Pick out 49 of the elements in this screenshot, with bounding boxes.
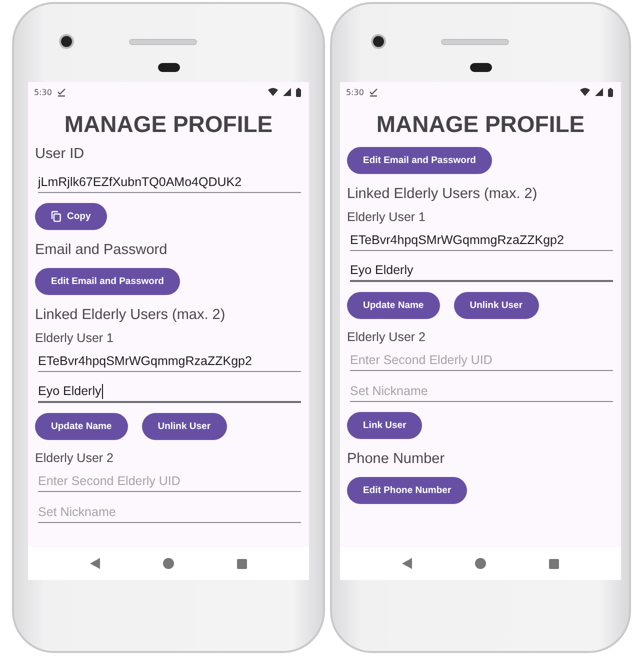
text-field[interactable]: ETeBvr4hpqSMrWGqmmgRzaZZKgp2 (38, 350, 301, 372)
battery-icon (608, 88, 613, 96)
battery-icon (296, 88, 301, 96)
home-icon[interactable] (474, 558, 486, 569)
action-button[interactable]: Edit Email and Password (35, 268, 180, 295)
action-button[interactable]: Edit Phone Number (347, 477, 468, 504)
text-cursor (102, 384, 104, 398)
wifi-icon (268, 88, 278, 96)
copy-icon (51, 211, 61, 222)
action-button[interactable]: Edit Email and Password (347, 147, 492, 174)
back-icon[interactable] (90, 558, 100, 569)
action-button[interactable]: Unlink User (142, 413, 227, 440)
text-field[interactable]: Eyo Elderly (350, 260, 613, 282)
download-done-icon (368, 88, 378, 96)
speaker-grille (440, 38, 508, 44)
section-heading: Phone Number (347, 450, 445, 468)
action-button[interactable]: Unlink User (454, 292, 539, 319)
action-button[interactable]: Link User (347, 412, 422, 439)
signal-icon (595, 88, 603, 96)
field-label: Elderly User 2 (347, 329, 426, 345)
sensor-notch (158, 63, 180, 72)
text-field[interactable]: jLmRjlk67EZfXubnTQ0AMo4QDUK2 (38, 171, 301, 193)
status-time: 5:30 (34, 88, 52, 96)
field-label: Elderly User 2 (35, 450, 114, 466)
action-button[interactable]: Copy (35, 203, 107, 230)
square-icon[interactable] (549, 558, 560, 568)
field-label: Elderly User 1 (35, 330, 114, 346)
home-icon[interactable] (162, 558, 174, 569)
screen-title: MANAGE PROFILE (376, 110, 585, 139)
download-done-icon (56, 88, 66, 96)
speaker-grille (128, 38, 196, 44)
section-heading: Linked Elderly Users (max. 2) (347, 185, 538, 203)
section-heading: Linked Elderly Users (max. 2) (35, 306, 226, 324)
back-icon[interactable] (402, 558, 412, 569)
section-heading: User ID (35, 145, 84, 163)
text-field[interactable]: ETeBvr4hpqSMrWGqmmgRzaZZKgp2 (350, 229, 613, 251)
screen-title: MANAGE PROFILE (64, 110, 273, 139)
square-icon[interactable] (237, 558, 248, 568)
signal-icon (283, 88, 291, 96)
action-button[interactable]: Update Name (35, 413, 128, 440)
action-button[interactable]: Update Name (347, 292, 440, 319)
camera-lens (370, 34, 386, 49)
camera-lens (58, 34, 74, 49)
text-field[interactable]: Eyo Elderly (38, 381, 301, 403)
status-time: 5:30 (346, 88, 364, 96)
field-label: Elderly User 1 (347, 209, 426, 225)
wifi-icon (580, 88, 590, 96)
section-heading: Email and Password (35, 241, 168, 259)
sensor-notch (470, 63, 492, 72)
